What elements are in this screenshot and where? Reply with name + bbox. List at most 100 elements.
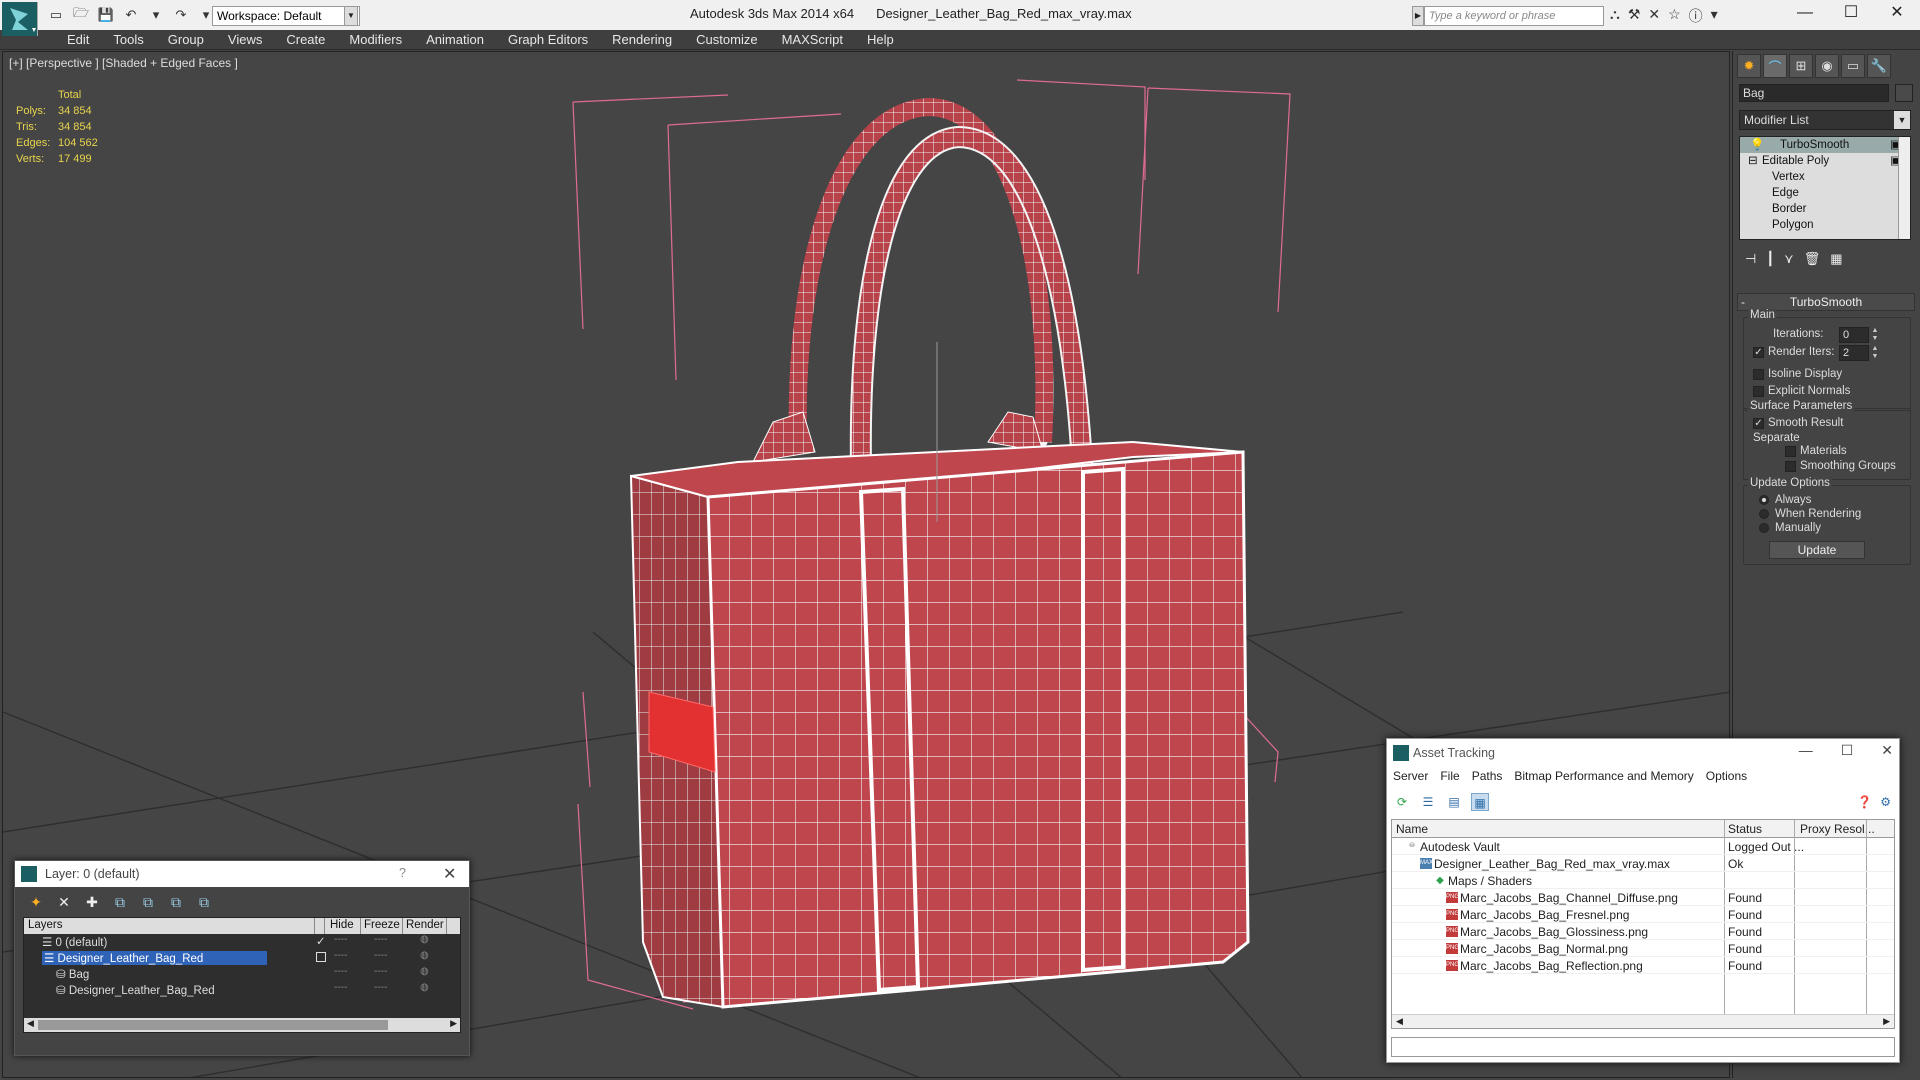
- stack-scrollbar[interactable]: [1898, 137, 1910, 239]
- column-header[interactable]: Proxy Resol...: [1800, 822, 1875, 836]
- asset-row[interactable]: PNG Marc_Jacobs_Bag_Normal.png Found: [1392, 940, 1894, 957]
- scroll-right-icon[interactable]: ▶: [450, 1018, 457, 1029]
- scroll-right-icon[interactable]: ▶: [1883, 1016, 1890, 1027]
- help-icon[interactable]: ❓: [1857, 795, 1872, 809]
- menu-help[interactable]: Help: [855, 32, 906, 48]
- horizontal-scrollbar[interactable]: ◀ ▶: [1392, 1014, 1894, 1028]
- menu-maxscript[interactable]: MAXScript: [770, 32, 855, 48]
- customize-dropdown-icon[interactable]: ▼: [344, 6, 358, 26]
- render-iters-spinner[interactable]: 2: [1839, 345, 1869, 361]
- menu-paths[interactable]: Paths: [1466, 769, 1509, 783]
- new-layer-icon[interactable]: ✦: [27, 893, 45, 911]
- open-file-icon[interactable]: 🗁: [71, 5, 91, 24]
- delete-layer-icon[interactable]: ✕: [55, 893, 73, 911]
- freeze-toggle[interactable]: ----: [374, 966, 387, 977]
- save-file-icon[interactable]: 💾: [96, 6, 116, 24]
- asset-row[interactable]: PNG Marc_Jacobs_Bag_Channel_Diffuse.png …: [1392, 889, 1894, 906]
- close-button[interactable]: ✕: [443, 864, 456, 884]
- star-icon[interactable]: ☆: [1668, 6, 1681, 26]
- column-header[interactable]: Freeze: [364, 919, 400, 931]
- menu-views[interactable]: Views: [216, 32, 274, 48]
- highlight-icon[interactable]: ⚙: [1880, 795, 1891, 809]
- menu-server[interactable]: Server: [1387, 769, 1434, 783]
- object-name-field[interactable]: Bag: [1739, 84, 1889, 102]
- menu-modifiers[interactable]: Modifiers: [337, 32, 414, 48]
- maximize-button[interactable]: ☐: [1828, 0, 1874, 28]
- modify-tab-icon[interactable]: ⌒: [1763, 54, 1787, 78]
- stack-item-polygon[interactable]: Polygon: [1740, 217, 1910, 233]
- stack-item-turbosmooth[interactable]: 💡 TurboSmooth ▣: [1740, 137, 1910, 153]
- manually-radio[interactable]: [1759, 523, 1769, 533]
- menu-rendering[interactable]: Rendering: [600, 32, 684, 48]
- render-toggle-icon[interactable]: ◍: [420, 966, 429, 977]
- menu-bitmap-performance[interactable]: Bitmap Performance and Memory: [1508, 769, 1699, 783]
- set-current-box[interactable]: [316, 952, 326, 962]
- binoculars-icon[interactable]: ⛬: [1610, 6, 1620, 26]
- render-toggle-icon[interactable]: ◍: [420, 934, 429, 945]
- hierarchy-tab-icon[interactable]: ⊞: [1789, 54, 1813, 78]
- layer-dialog-titlebar[interactable]: Layer: 0 (default) ? ✕: [15, 861, 469, 887]
- scrollbar-thumb[interactable]: [38, 1020, 388, 1030]
- help-button[interactable]: ?: [399, 866, 406, 880]
- stack-item-edge[interactable]: Edge: [1740, 185, 1910, 201]
- redo-icon[interactable]: ↷: [171, 6, 191, 24]
- column-header[interactable]: Hide: [330, 919, 354, 931]
- column-header[interactable]: Name: [1396, 822, 1428, 836]
- scroll-left-icon[interactable]: ◀: [27, 1018, 34, 1029]
- minimize-button[interactable]: —: [1782, 0, 1828, 28]
- spinner-arrows-icon[interactable]: ▲ ▼: [1870, 345, 1880, 361]
- hide-toggle[interactable]: ----: [334, 934, 347, 945]
- stack-item-editable-poly[interactable]: ⊟ Editable Poly ▣: [1740, 153, 1910, 169]
- layer-row[interactable]: ☰ Designer_Leather_Bag_Red ---- ---- ◍: [24, 950, 460, 966]
- iterations-spinner[interactable]: 0: [1839, 327, 1869, 343]
- menu-graph-editors[interactable]: Graph Editors: [496, 32, 600, 48]
- select-objects-icon[interactable]: ⧉: [111, 893, 129, 911]
- search-input[interactable]: Type a keyword or phrase: [1424, 6, 1604, 26]
- undo-dropdown-icon[interactable]: ▾: [146, 6, 166, 24]
- column-header[interactable]: Render: [406, 919, 444, 931]
- create-tab-icon[interactable]: ✹: [1737, 54, 1761, 78]
- freeze-toggle[interactable]: ----: [374, 950, 387, 961]
- close-button[interactable]: ✕: [1874, 0, 1920, 28]
- smooth-result-checkbox[interactable]: ✓: [1753, 418, 1764, 429]
- remove-modifier-icon[interactable]: 🗑: [1804, 251, 1821, 267]
- scroll-left-icon[interactable]: ◀: [1396, 1016, 1403, 1027]
- refresh-icon[interactable]: ⟳: [1393, 793, 1411, 811]
- column-header[interactable]: Status: [1728, 822, 1762, 836]
- when-rendering-radio[interactable]: [1759, 509, 1769, 519]
- update-button[interactable]: Update: [1769, 541, 1865, 559]
- exchange-icon[interactable]: ✕: [1648, 6, 1660, 26]
- highlight-layer-icon[interactable]: ⧉: [139, 893, 157, 911]
- menu-customize[interactable]: Customize: [684, 32, 769, 48]
- add-to-layer-icon[interactable]: ✚: [83, 893, 101, 911]
- modifier-list-dropdown[interactable]: Modifier List ▼: [1739, 110, 1911, 130]
- menu-tools[interactable]: Tools: [101, 32, 155, 48]
- menu-animation[interactable]: Animation: [414, 32, 496, 48]
- render-iters-checkbox[interactable]: ✓: [1753, 347, 1764, 358]
- asset-row[interactable]: PNG Marc_Jacobs_Bag_Glossiness.png Found: [1392, 923, 1894, 940]
- maximize-button[interactable]: ☐: [1841, 742, 1854, 759]
- help-dropdown-icon[interactable]: ▾: [1711, 6, 1718, 26]
- menu-group[interactable]: Group: [156, 32, 216, 48]
- configure-sets-icon[interactable]: ▦: [1830, 251, 1842, 267]
- viewport-label[interactable]: [+] [Perspective ] [Shaded + Edged Faces…: [9, 56, 238, 70]
- spinner-arrows-icon[interactable]: ▲ ▼: [1870, 327, 1880, 343]
- render-toggle-icon[interactable]: ◍: [420, 982, 429, 993]
- tools-icon[interactable]: ⚒: [1628, 6, 1641, 26]
- menu-options[interactable]: Options: [1700, 769, 1753, 783]
- display-tab-icon[interactable]: ▭: [1841, 54, 1865, 78]
- hide-all-icon[interactable]: ⧉: [167, 893, 185, 911]
- undo-icon[interactable]: ↶: [121, 6, 141, 24]
- app-logo-button[interactable]: [2, 2, 38, 36]
- menu-file[interactable]: File: [1434, 769, 1465, 783]
- hide-toggle[interactable]: ----: [334, 966, 347, 977]
- new-file-icon[interactable]: ▭: [46, 6, 66, 24]
- menu-create[interactable]: Create: [274, 32, 337, 48]
- smoothing-groups-checkbox[interactable]: [1785, 461, 1796, 472]
- table-view-icon[interactable]: ▦: [1471, 793, 1489, 811]
- object-color-swatch[interactable]: [1895, 84, 1913, 102]
- list-view-icon[interactable]: ☰: [1419, 793, 1437, 811]
- asset-row[interactable]: PNG Marc_Jacobs_Bag_Fresnel.png Found: [1392, 906, 1894, 923]
- always-radio[interactable]: [1759, 495, 1769, 505]
- horizontal-scrollbar[interactable]: ◀ ▶: [24, 1018, 460, 1032]
